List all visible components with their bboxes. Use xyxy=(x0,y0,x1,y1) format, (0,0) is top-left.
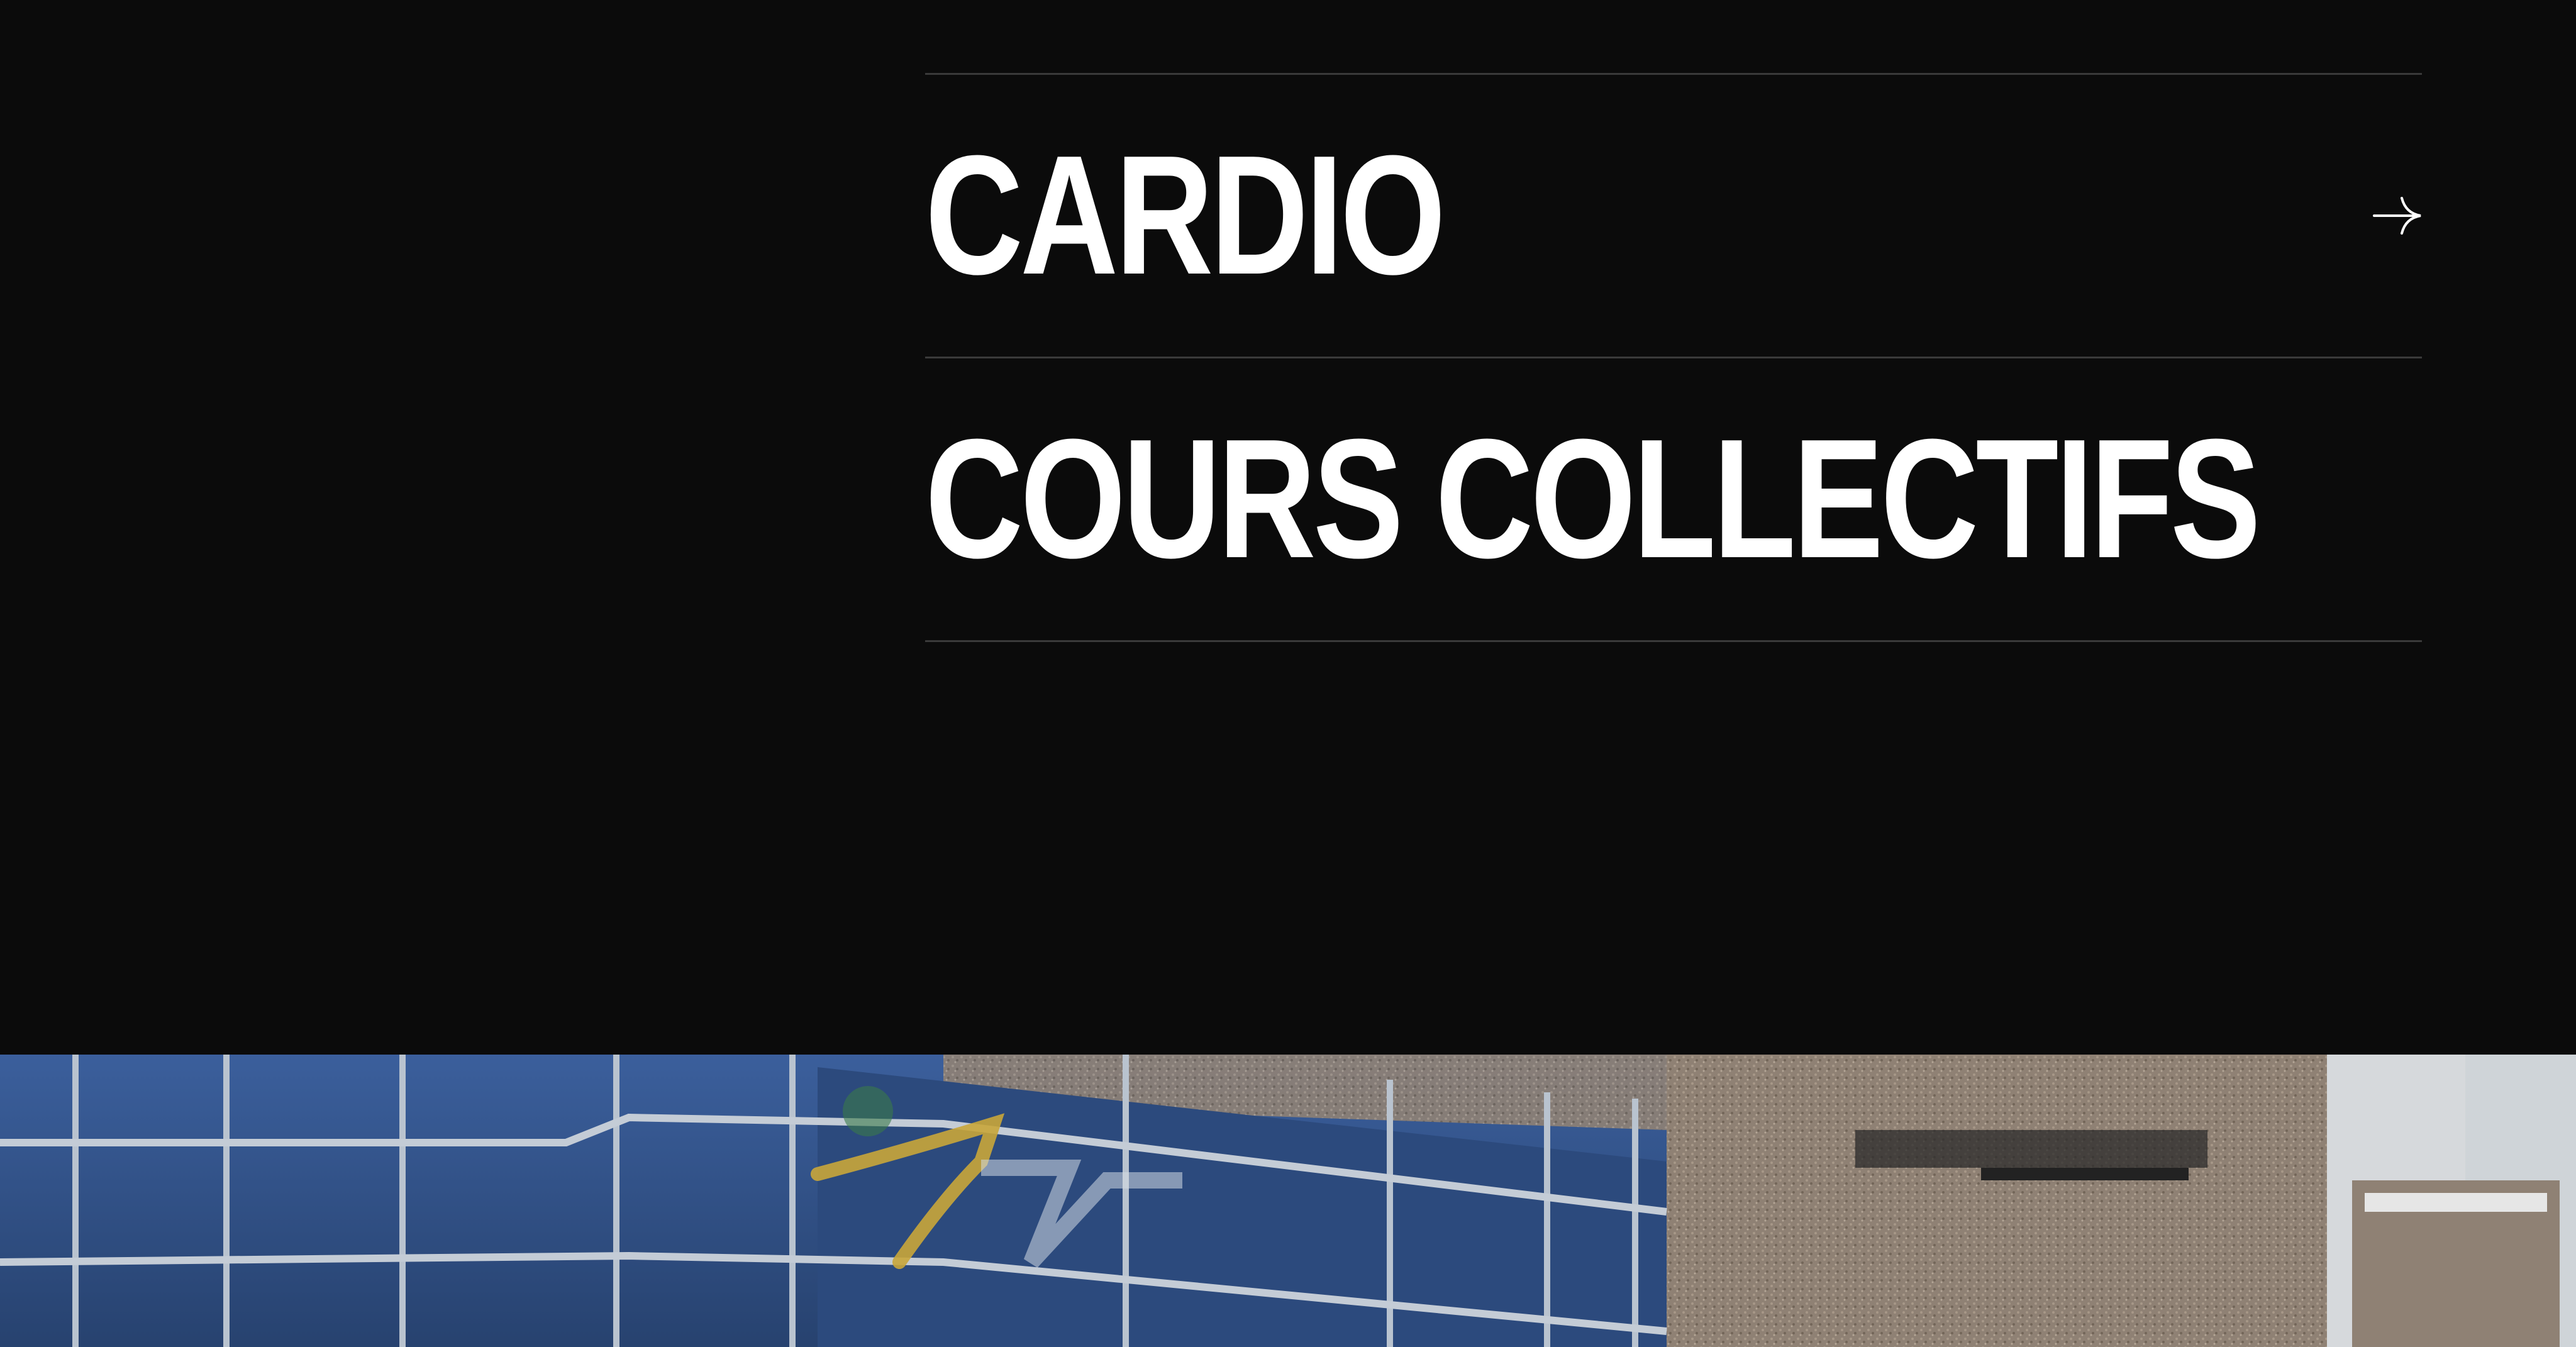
menu-divider xyxy=(925,640,2422,642)
category-menu: CARDIO COURS COLLECTIFS xyxy=(925,73,2422,642)
menu-item-label: CARDIO xyxy=(925,121,1446,310)
building-facade-illustration xyxy=(0,1055,2576,1347)
menu-item-cours-collectifs[interactable]: COURS COLLECTIFS xyxy=(925,358,2422,640)
gym-building-photo xyxy=(0,1055,2576,1347)
arrow-right-icon xyxy=(2373,197,2421,235)
page: CARDIO COURS COLLECTIFS xyxy=(0,0,2576,1347)
menu-item-cardio[interactable]: CARDIO xyxy=(925,75,2422,357)
menu-item-label: COURS COLLECTIFS xyxy=(925,404,2261,594)
